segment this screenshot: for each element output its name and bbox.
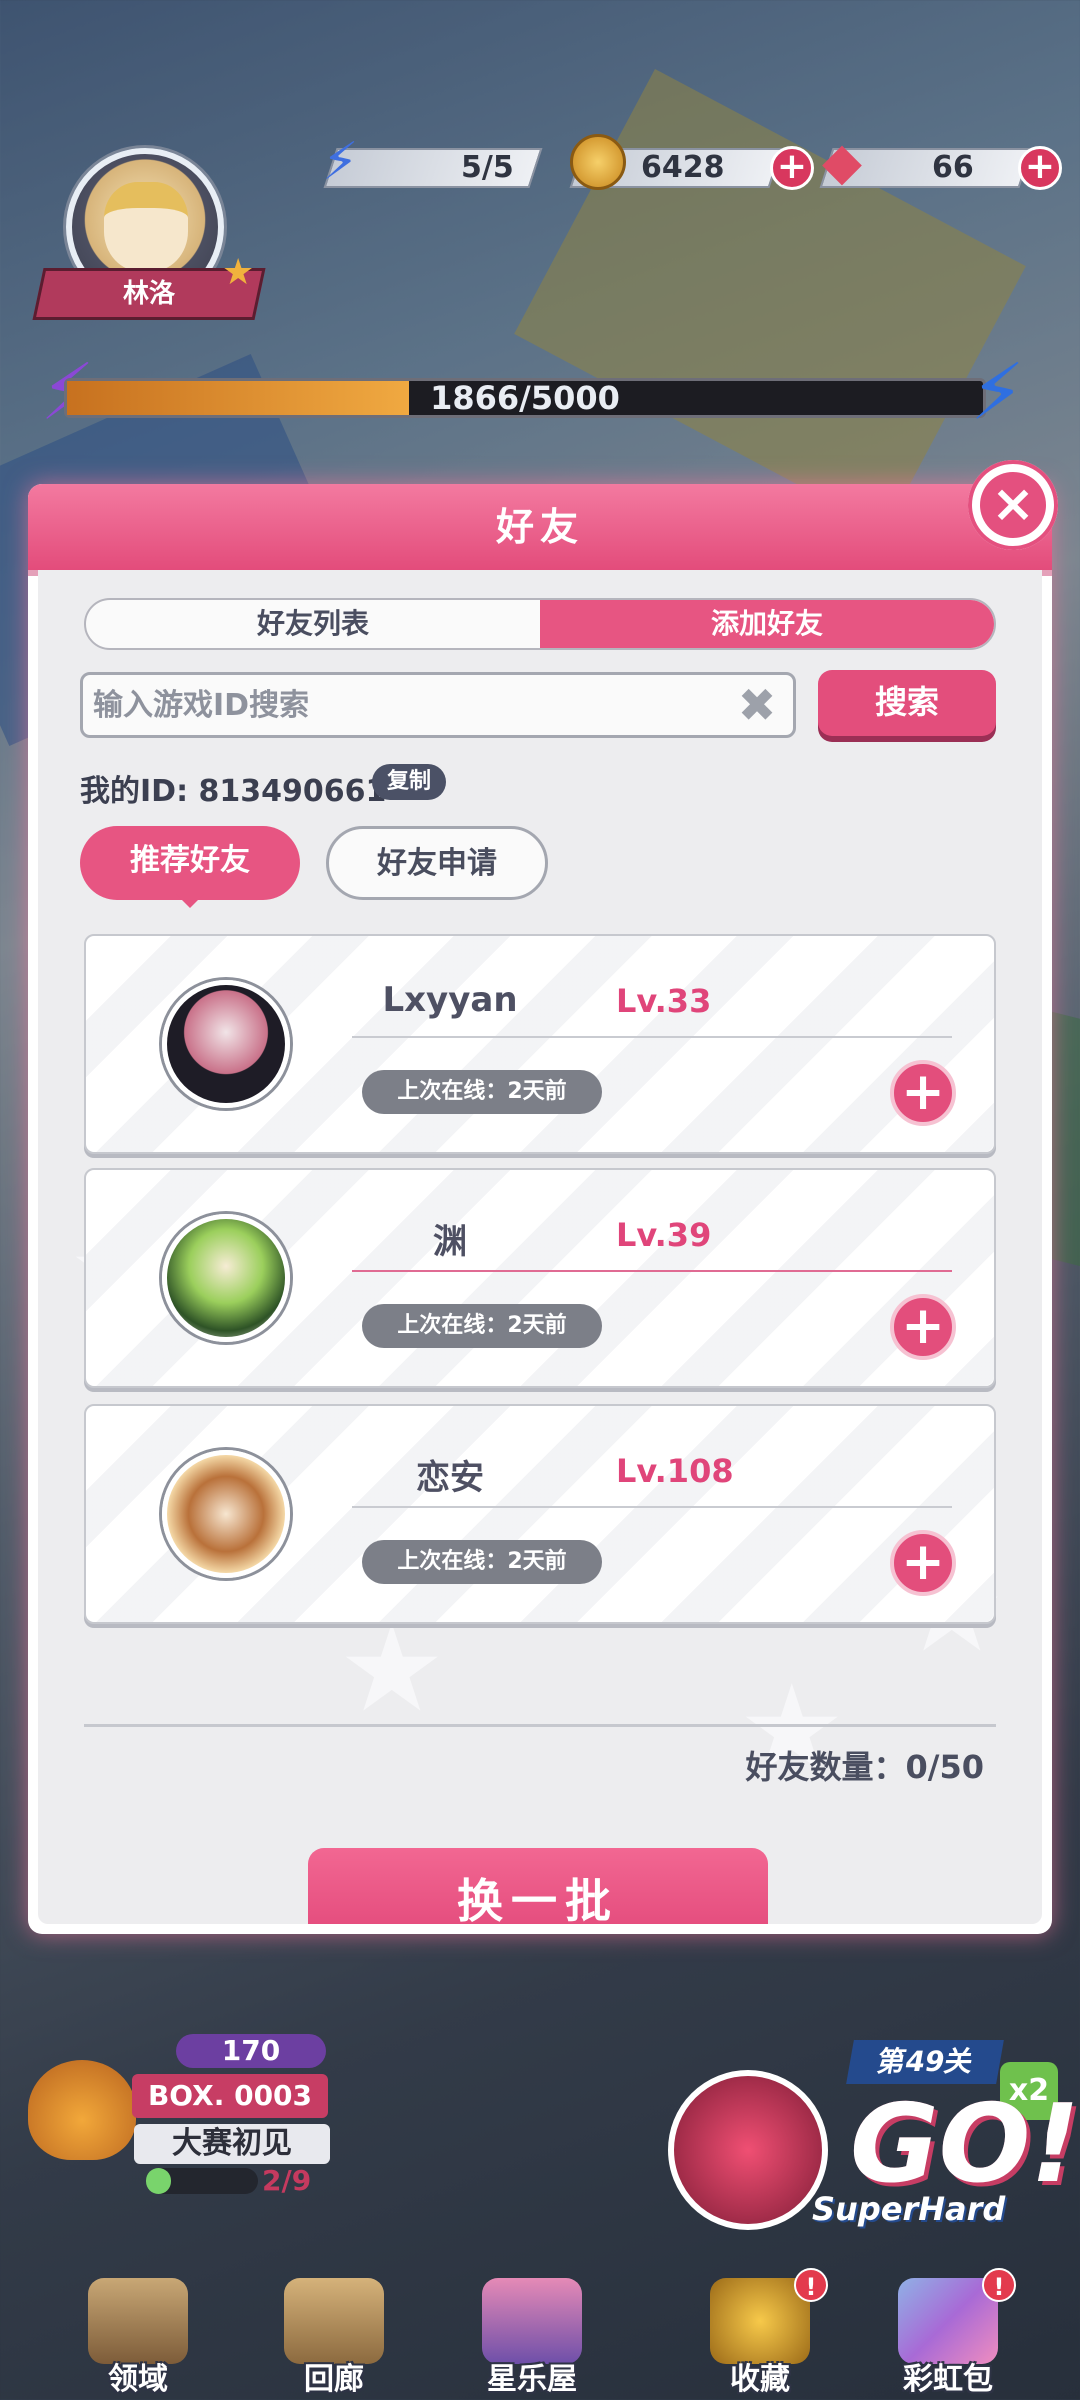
gem-icon: ◆ <box>822 132 862 192</box>
dialog-title: 好友 <box>495 505 584 549</box>
dialog-header: 好友 <box>28 484 1052 576</box>
gallery-icon <box>284 2278 384 2364</box>
friend-avatar[interactable] <box>162 980 290 1108</box>
stage-level: 第49关 <box>846 2040 1004 2084</box>
last-online: 上次在线：2天前 <box>362 1304 602 1348</box>
subtab-requests[interactable]: 好友申请 <box>326 826 548 900</box>
nav-gallery[interactable]: 回廊 <box>236 2278 432 2400</box>
dialog-body: ★ ★ ★ ★ 好友列表 添加好友 ✖ 搜索 我的ID: 813490661 复… <box>38 570 1042 1924</box>
tab-add-friend[interactable]: 添加好友 <box>540 600 994 648</box>
nav-label: 星乐屋 <box>487 2362 577 2397</box>
copy-button[interactable]: 复制 <box>372 764 446 800</box>
lightning-icon: ⚡ <box>322 132 359 192</box>
tab-friend-list[interactable]: 好友列表 <box>86 600 540 648</box>
event-box-label: BOX. 0003 <box>132 2074 328 2118</box>
friend-avatar[interactable] <box>162 1450 290 1578</box>
bg-star: ★ <box>338 1600 446 1739</box>
nav-star-house[interactable]: 星乐屋 <box>434 2278 630 2400</box>
friend-name: 恋安 <box>416 1458 484 1498</box>
add-friend-button[interactable]: + <box>890 1294 956 1360</box>
friend-name: Lxyyan <box>382 980 518 1020</box>
refresh-button[interactable]: 换一批 <box>308 1848 768 1924</box>
friend-tabs: 好友列表 添加好友 <box>84 598 996 650</box>
star-icon: ★ <box>222 252 255 293</box>
nav-label: 回廊 <box>304 2362 364 2397</box>
add-friend-button[interactable]: + <box>890 1530 956 1596</box>
event-progress-text: 2/9 <box>262 2164 312 2197</box>
star-house-icon <box>482 2278 582 2364</box>
list-divider <box>84 1724 996 1727</box>
nav-label: 彩虹包 <box>903 2362 993 2397</box>
last-online: 上次在线：2天前 <box>362 1070 602 1114</box>
clear-icon[interactable]: ✖ <box>735 682 779 728</box>
subtab-recommended[interactable]: 推荐好友 <box>80 826 300 908</box>
energy-value: 5/5 <box>461 150 514 185</box>
friend-level: Lv.108 <box>616 1452 734 1490</box>
friend-level: Lv.33 <box>616 982 712 1020</box>
close-icon: × <box>980 472 1046 538</box>
avatar-portrait <box>104 182 188 272</box>
coin-value: 6428 <box>640 150 725 185</box>
avatar-art <box>167 1219 285 1337</box>
alert-icon: ! <box>794 2268 828 2302</box>
add-coins-button[interactable]: + <box>770 146 814 190</box>
stage-difficulty: SuperHard <box>812 2190 1006 2228</box>
friend-count: 好友数量：0/50 <box>745 1748 985 1786</box>
event-progress-bar <box>146 2168 258 2194</box>
friends-dialog: 好友 ★ ★ ★ ★ 好友列表 添加好友 ✖ 搜索 我的ID: 81349066… <box>28 484 1052 1934</box>
search-input[interactable] <box>93 675 713 735</box>
friend-avatar[interactable] <box>162 1214 290 1342</box>
friend-card: 渊 Lv.39 上次在线：2天前 + <box>84 1168 996 1388</box>
search-field: ✖ <box>80 672 796 738</box>
divider-line <box>352 1506 952 1508</box>
nav-label: 收藏 <box>730 2362 790 2397</box>
alert-icon: ! <box>982 2268 1016 2302</box>
event-title[interactable]: 大赛初见 <box>134 2124 330 2164</box>
friend-card: Lxyyan Lv.33 上次在线：2天前 + <box>84 934 996 1154</box>
bottom-nav: 领域 回廊 星乐屋 ! 收藏 ! 彩虹包 <box>0 2268 1080 2400</box>
nav-rainbow-pack[interactable]: ! 彩虹包 <box>850 2268 1046 2400</box>
divider-line <box>352 1270 952 1272</box>
event-progress-fill <box>146 2168 171 2194</box>
add-friend-button[interactable]: + <box>890 1060 956 1126</box>
event-mascot[interactable] <box>28 2060 136 2160</box>
event-gem-count: 170 <box>176 2034 326 2068</box>
last-online: 上次在线：2天前 <box>362 1540 602 1584</box>
coin-icon <box>570 134 626 190</box>
stage-character-badge[interactable] <box>668 2070 828 2230</box>
lightning-right-icon: ⚡ <box>970 348 1025 438</box>
search-button[interactable]: 搜索 <box>818 670 996 736</box>
divider-line <box>352 1036 952 1038</box>
nav-collection[interactable]: ! 收藏 <box>662 2268 858 2400</box>
domain-icon <box>88 2278 188 2364</box>
avatar-art <box>167 1455 285 1573</box>
go-button[interactable]: GO! <box>850 2082 1080 2207</box>
friend-card: 恋安 Lv.108 上次在线：2天前 + <box>84 1404 996 1624</box>
friend-name: 渊 <box>433 1222 467 1262</box>
friend-level: Lv.39 <box>616 1216 712 1254</box>
close-button[interactable]: × <box>968 460 1058 550</box>
add-gems-button[interactable]: + <box>1018 146 1062 190</box>
nav-label: 领域 <box>108 2362 168 2397</box>
avatar-art <box>167 985 285 1103</box>
gem-value: 66 <box>932 150 974 185</box>
exp-bar: 1866/5000 <box>64 378 986 418</box>
nav-domain[interactable]: 领域 <box>40 2278 236 2400</box>
my-id: 我的ID: 813490661 <box>80 774 387 809</box>
exp-text: 1866/5000 <box>430 379 620 417</box>
